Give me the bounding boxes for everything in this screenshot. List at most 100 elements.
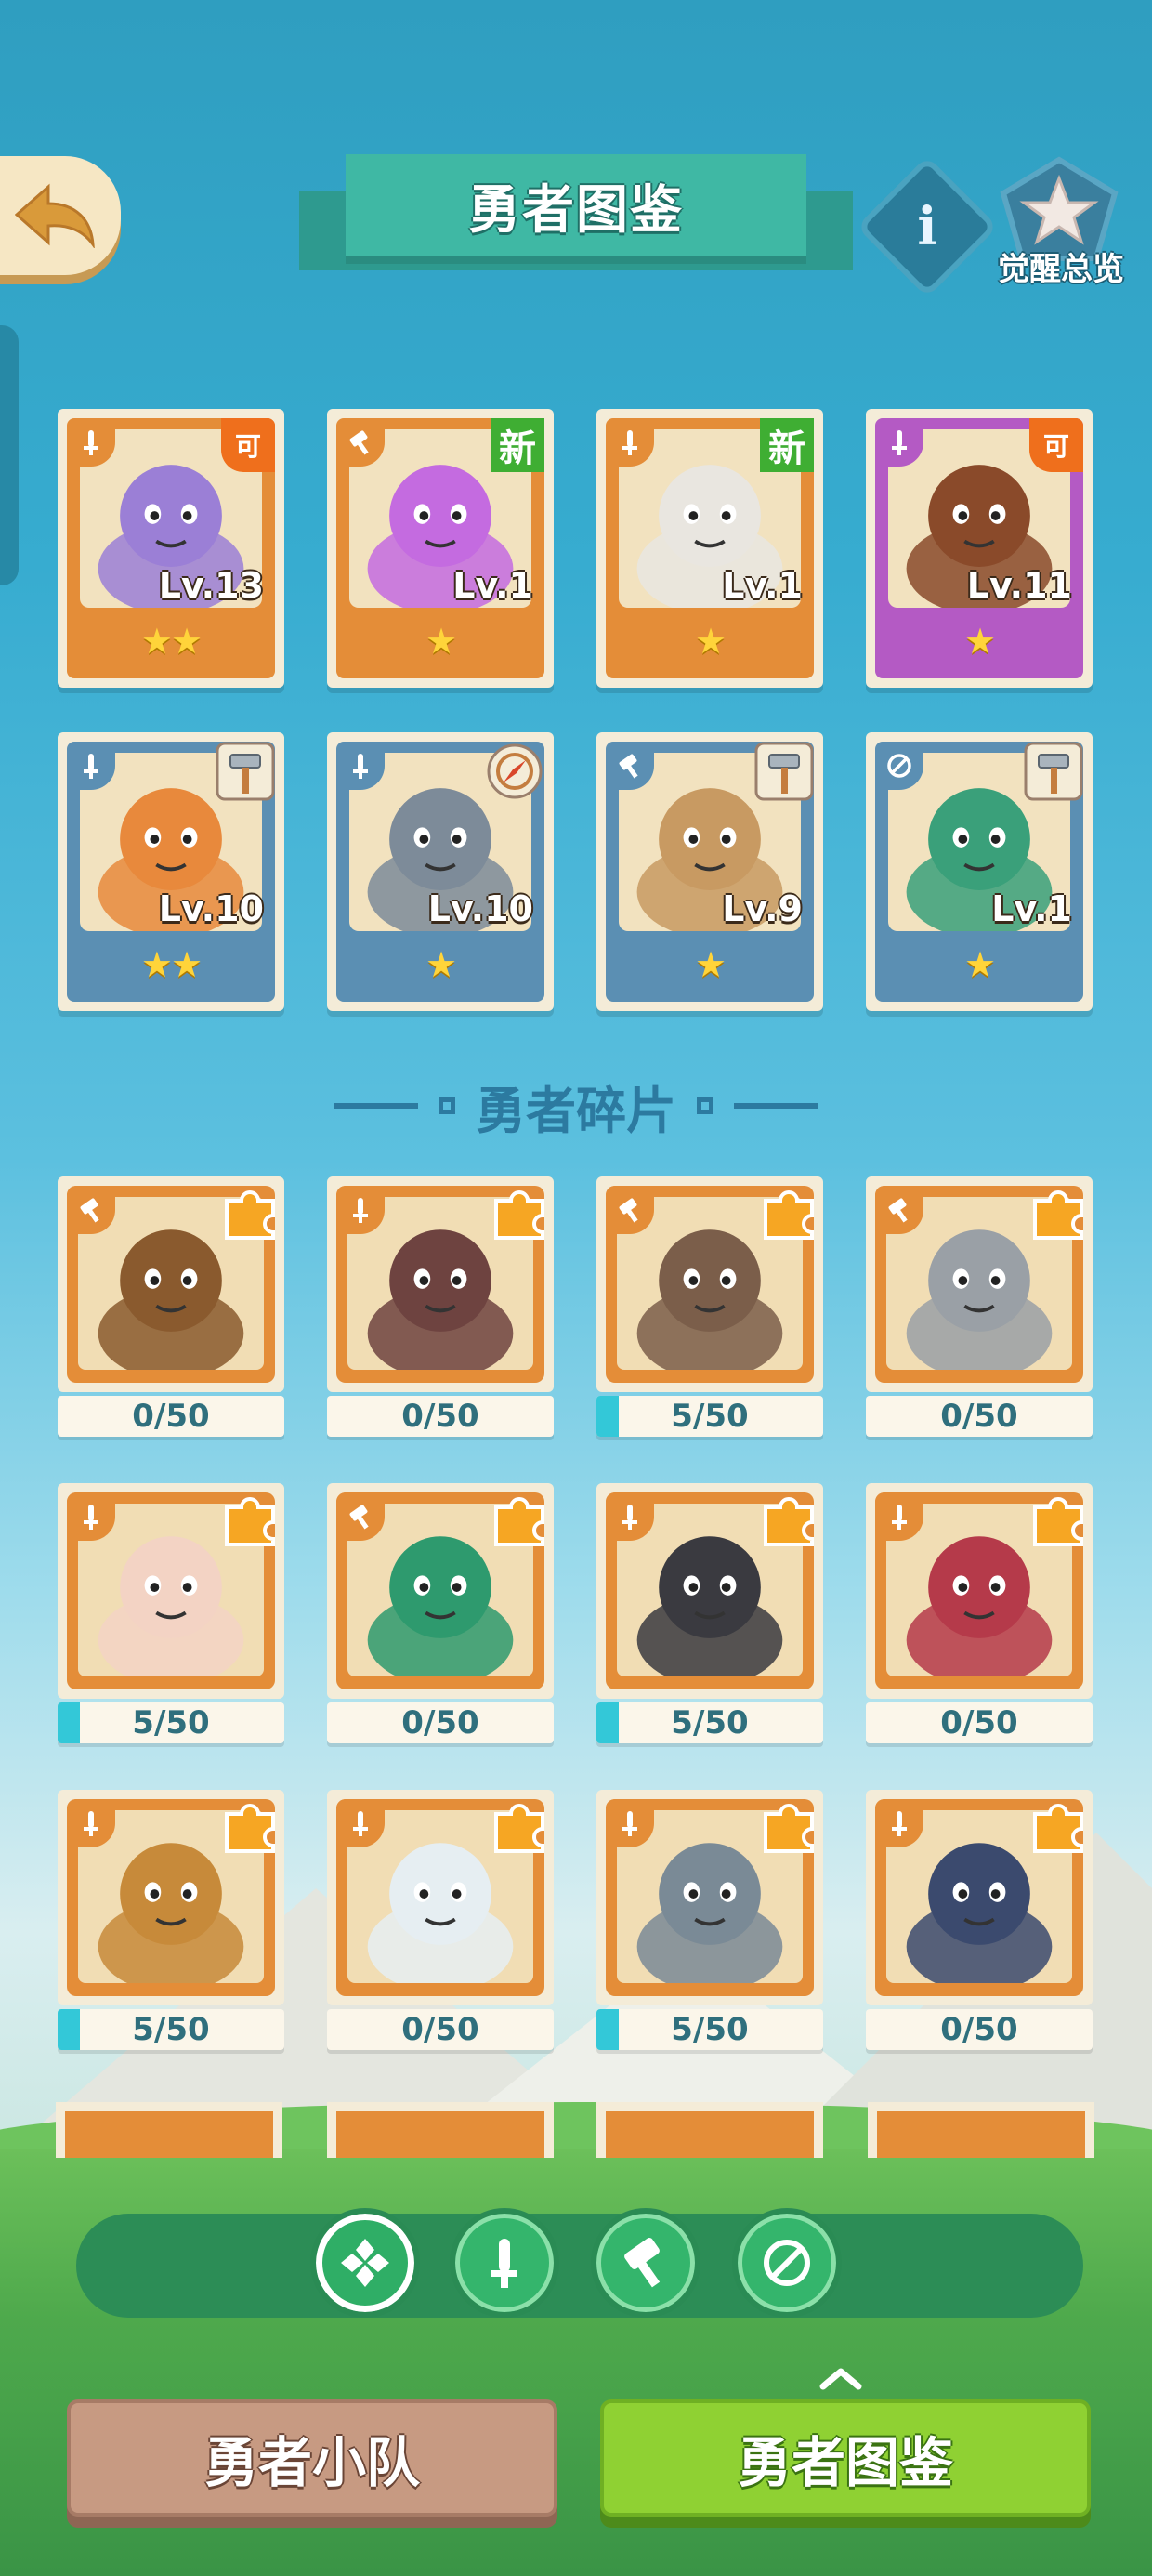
puzzle-piece-icon (489, 1795, 550, 1857)
hero-team-tab[interactable]: 勇者小队 (67, 2399, 557, 2517)
upgrade-available-badge: 可 (1029, 418, 1083, 472)
fragment-card[interactable]: 0/50 (866, 1176, 1093, 1439)
puzzle-piece-icon (219, 1795, 281, 1857)
fragment-card[interactable]: 5/50 (596, 1790, 823, 2052)
hero-stars: ★★ (140, 621, 203, 662)
puzzle-piece-icon (219, 1489, 281, 1550)
new-badge: 新 (491, 418, 544, 472)
fragment-card[interactable]: 0/50 (866, 1483, 1093, 1745)
fragment-card[interactable]: 5/50 (58, 1790, 284, 2052)
info-button[interactable]: i (877, 177, 977, 277)
fragment-progress-text: 0/50 (940, 2011, 1018, 2048)
hero-level: Lv.1 (722, 565, 803, 606)
puzzle-piece-icon (489, 1182, 550, 1243)
puzzle-piece-icon (758, 1182, 819, 1243)
hero-codex-label: 勇者图鉴 (737, 2431, 953, 2494)
hero-card[interactable]: Lv.10 ★ (327, 732, 554, 1011)
hero-stars: ★★ (140, 944, 203, 985)
sword-icon (606, 418, 654, 467)
fragment-card[interactable]: 0/50 (327, 1483, 554, 1745)
hammer-icon (606, 1186, 654, 1234)
fragment-progress-bar: 0/50 (866, 1702, 1093, 1743)
hero-level: Lv.10 (427, 888, 533, 929)
fragment-card[interactable]: 0/50 (327, 1790, 554, 2052)
fragment-progress-text: 5/50 (671, 1398, 749, 1435)
fragment-progress-text: 0/50 (401, 1704, 479, 1741)
page-title: 勇者图鉴 (468, 179, 684, 241)
sword-icon (336, 1799, 385, 1847)
hero-stars: ★ (963, 944, 996, 985)
hero-team-label: 勇者小队 (203, 2431, 420, 2494)
upgrade-available-badge: 可 (221, 418, 275, 472)
hero-card[interactable]: 可 Lv.11 ★ (866, 409, 1093, 688)
fragment-progress-text: 5/50 (132, 2011, 210, 2048)
fragment-progress-bar: 5/50 (596, 1396, 823, 1437)
puzzle-piece-icon (219, 1182, 281, 1243)
puzzle-piece-icon (489, 1489, 550, 1550)
hero-level: Lv.11 (966, 565, 1072, 606)
fragment-progress-text: 0/50 (132, 1398, 210, 1435)
hero-stars: ★ (694, 944, 727, 985)
sword-filter-button[interactable] (450, 2208, 559, 2318)
hero-card[interactable]: Lv.10 ★★ (58, 732, 284, 1011)
fragment-progress-bar: 5/50 (596, 2009, 823, 2050)
fragments-section-header: 勇者碎片 (325, 1076, 827, 1140)
fragment-card[interactable]: 5/50 (58, 1483, 284, 1745)
fragment-progress-bar: 5/50 (58, 2009, 284, 2050)
back-button[interactable] (0, 156, 121, 275)
sword-icon (67, 1492, 115, 1541)
back-arrow-icon (15, 183, 95, 248)
hero-stars: ★ (425, 621, 457, 662)
fragment-progress-bar: 0/50 (327, 1396, 554, 1437)
info-icon: i (917, 196, 937, 257)
hero-card[interactable]: 新 Lv.1 ★ (327, 409, 554, 688)
new-badge: 新 (760, 418, 814, 472)
puzzle-piece-icon (1028, 1795, 1089, 1857)
fragment-progress-bar: 0/50 (58, 1396, 284, 1437)
hero-level: Lv.13 (158, 565, 264, 606)
hero-card[interactable]: 可 Lv.13 ★★ (58, 409, 284, 688)
all-filter-icon (337, 2235, 393, 2291)
sword-icon (336, 742, 385, 790)
fragment-card[interactable]: 5/50 (596, 1483, 823, 1745)
hero-stars: ★ (425, 944, 457, 985)
fragment-progress-text: 0/50 (401, 1398, 479, 1435)
all-filter-button[interactable] (310, 2208, 420, 2318)
hammer-filter-icon (618, 2235, 674, 2291)
puzzle-piece-icon (758, 1489, 819, 1550)
sword-icon (875, 1799, 923, 1847)
hammer-icon (606, 742, 654, 790)
compass-icon (485, 742, 544, 801)
sword-icon (67, 1799, 115, 1847)
role-filter-bar (76, 2214, 1083, 2318)
hero-card[interactable]: Lv.1 ★ (866, 732, 1093, 1011)
hero-card[interactable]: 新 Lv.1 ★ (596, 409, 823, 688)
fragment-progress-text: 0/50 (940, 1398, 1018, 1435)
hammer-icon (67, 1186, 115, 1234)
hammer-icon (336, 1492, 385, 1541)
hero-level: Lv.1 (452, 565, 533, 606)
hammer-icon (875, 1186, 923, 1234)
fragment-card[interactable]: 0/50 (58, 1176, 284, 1439)
compass-icon (875, 742, 923, 790)
awaken-overview-label[interactable]: 觉醒总览 (977, 243, 1145, 289)
sword-icon (875, 1492, 923, 1541)
fragment-progress-text: 5/50 (132, 1704, 210, 1741)
chevron-up-icon (819, 2368, 862, 2390)
fragment-progress-bar: 5/50 (596, 1702, 823, 1743)
hammer-icon (336, 418, 385, 467)
fragment-card[interactable]: 5/50 (596, 1176, 823, 1439)
fragment-progress-text: 0/50 (940, 1704, 1018, 1741)
fragment-progress-bar: 5/50 (58, 1702, 284, 1743)
fragment-card[interactable]: 0/50 (327, 1176, 554, 1439)
fragment-card[interactable]: 0/50 (866, 1790, 1093, 2052)
puzzle-piece-icon (1028, 1489, 1089, 1550)
sword-filter-icon (477, 2235, 532, 2291)
compass-filter-button[interactable] (732, 2208, 842, 2318)
hero-card[interactable]: Lv.9 ★ (596, 732, 823, 1011)
side-drawer-tab[interactable] (0, 325, 19, 585)
hammer-filter-button[interactable] (591, 2208, 700, 2318)
hero-level: Lv.9 (722, 888, 803, 929)
fragment-progress-text: 0/50 (401, 2011, 479, 2048)
hero-codex-tab[interactable]: 勇者图鉴 (600, 2399, 1091, 2517)
